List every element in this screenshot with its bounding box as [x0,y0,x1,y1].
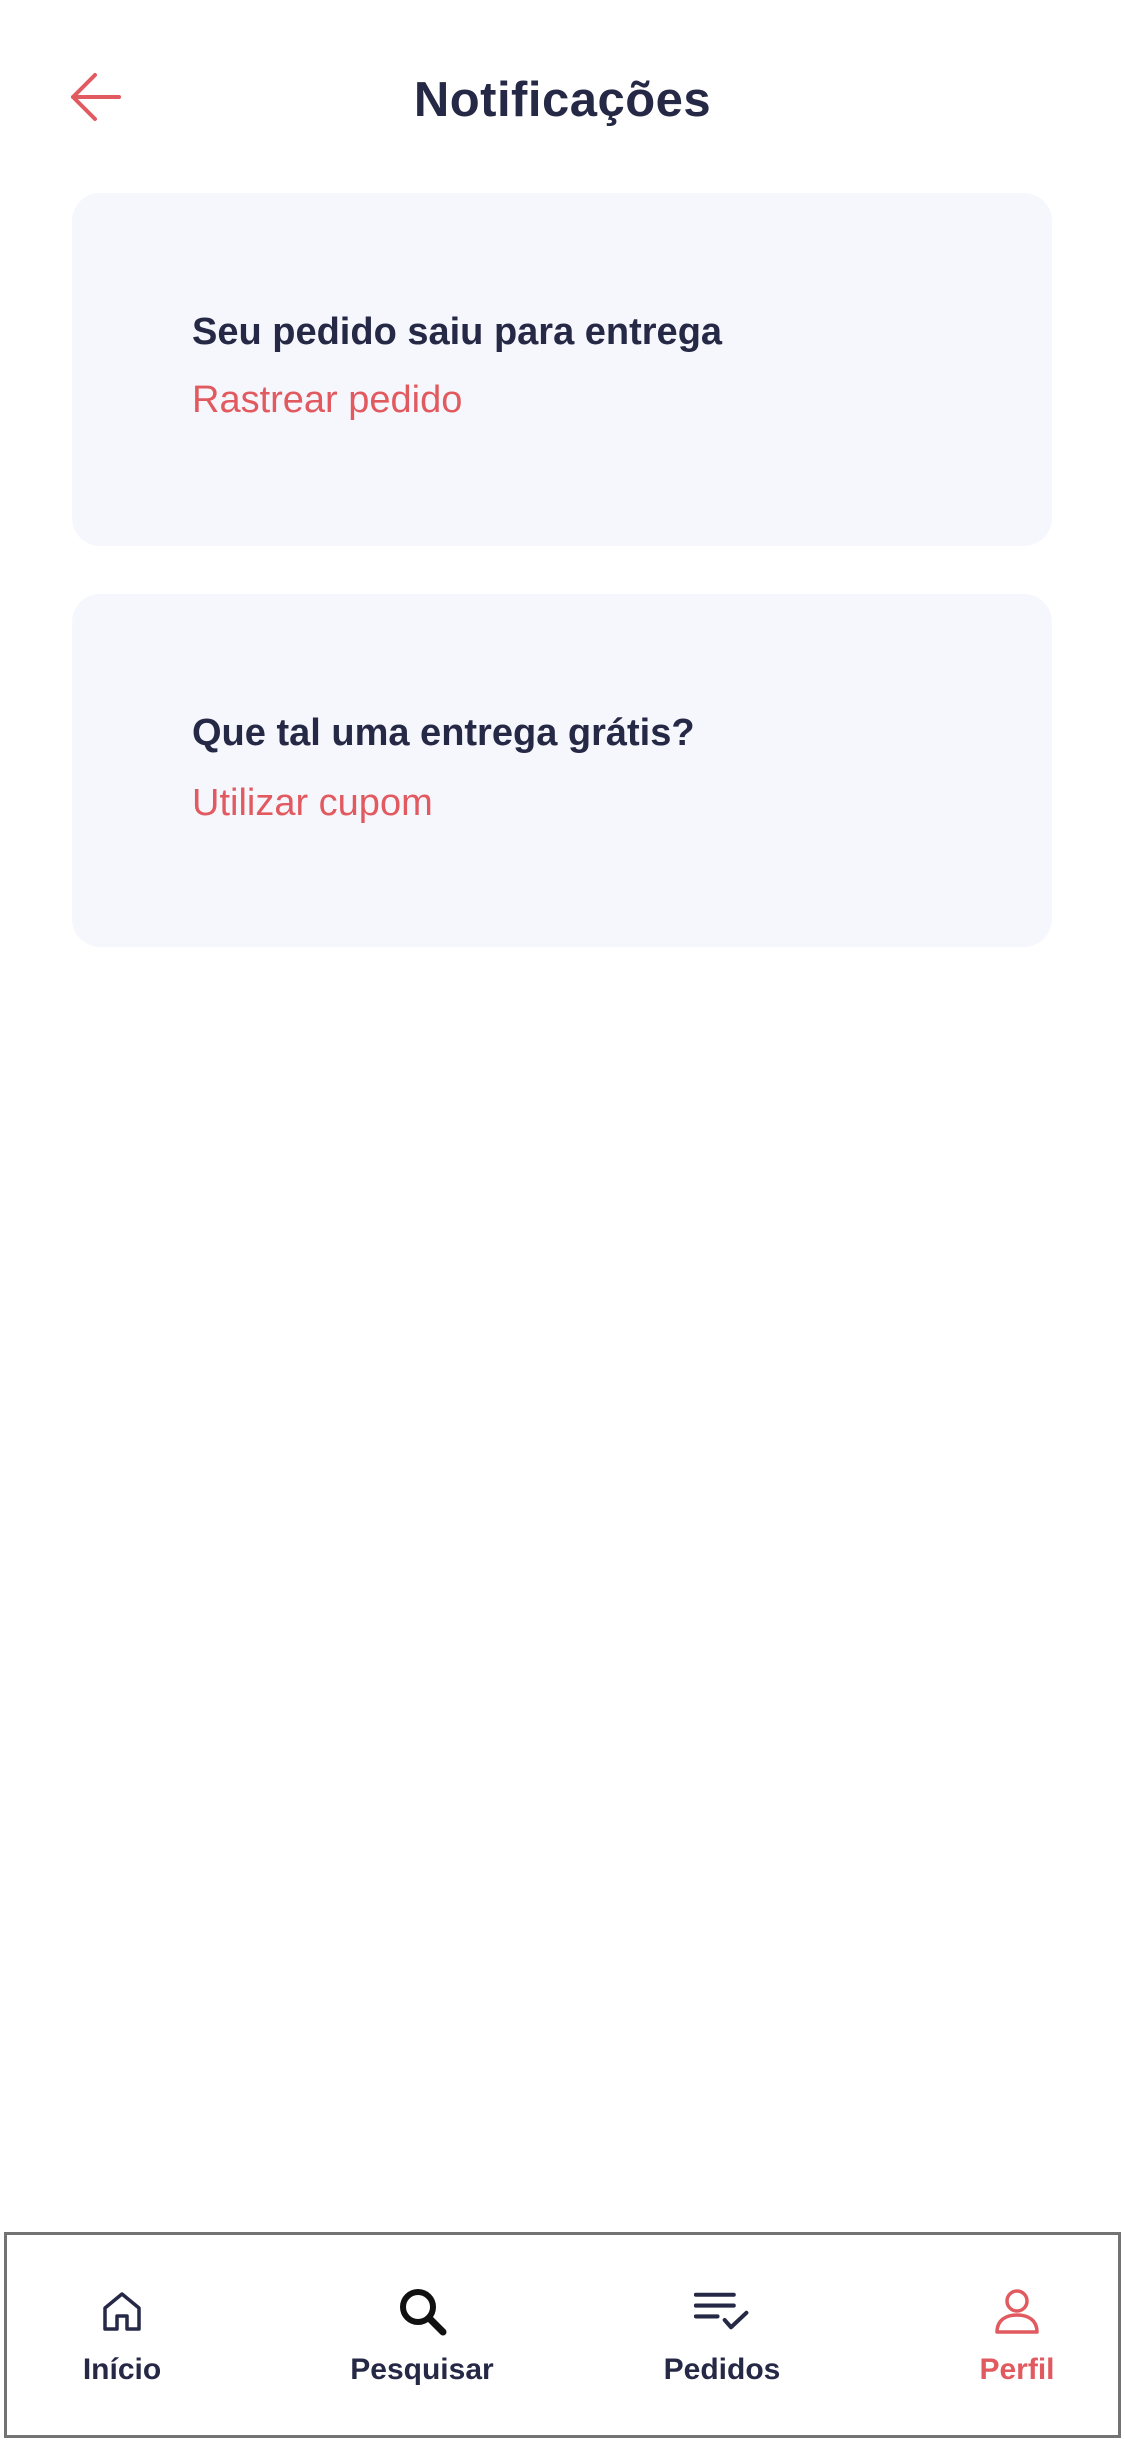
header: Notificações [0,0,1125,190]
nav-item-inicio[interactable]: Início [47,2235,197,2435]
notification-card[interactable]: Que tal uma entrega grátis? Utilizar cup… [72,594,1052,947]
search-icon [394,2283,450,2339]
use-coupon-link[interactable]: Utilizar cupom [192,782,433,825]
notification-title: Que tal uma entrega grátis? [192,712,695,754]
list-check-icon [694,2283,750,2339]
nav-item-pesquisar[interactable]: Pesquisar [322,2235,522,2435]
notification-card[interactable]: Seu pedido saiu para entrega Rastrear pe… [72,193,1052,546]
user-icon [989,2283,1045,2339]
nav-item-perfil[interactable]: Perfil [947,2235,1087,2435]
nav-label: Pesquisar [350,2353,494,2386]
page-title: Notificações [413,73,712,127]
home-icon [94,2283,150,2339]
nav-item-pedidos[interactable]: Pedidos [632,2235,812,2435]
nav-label: Início [82,2353,162,2386]
nav-label: Perfil [979,2353,1055,2386]
nav-label: Pedidos [663,2353,781,2386]
notification-title: Seu pedido saiu para entrega [192,311,723,353]
bottom-navigation: Início Pesquisar Pedidos Perfil [4,2232,1121,2438]
track-order-link[interactable]: Rastrear pedido [192,379,462,422]
